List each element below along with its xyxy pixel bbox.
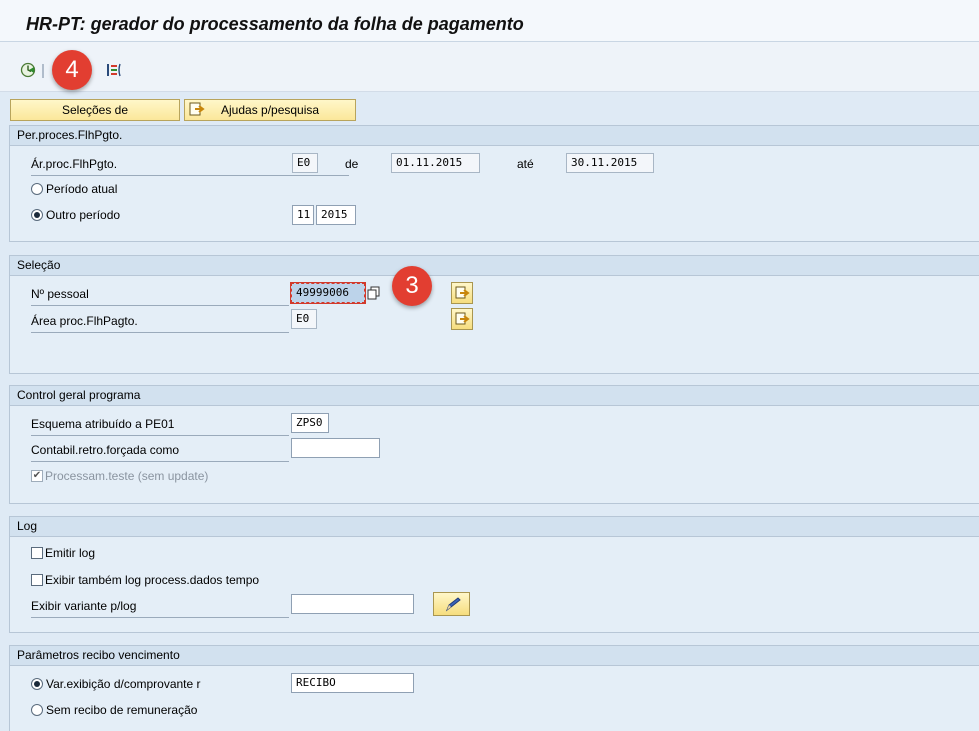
page-title: HR-PT: gerador do processamento da folha…: [26, 14, 524, 34]
log-group-title: Log: [10, 517, 979, 537]
payroll-area-label: Área proc.FlhPagto.: [31, 314, 138, 328]
from-label: de: [345, 157, 359, 171]
period-group: Per.proces.FlhPgto. Ár.proc.FlhPgto. E0 …: [9, 125, 979, 242]
schema-label: Esquema atribuído a PE01: [31, 417, 175, 431]
period-month-field[interactable]: 11: [292, 205, 314, 225]
personnel-underline: [31, 305, 289, 306]
no-payslip-label: Sem recibo de remuneração: [46, 703, 198, 717]
other-period-label: Outro período: [46, 208, 121, 222]
payroll-area-selection-button[interactable]: [451, 308, 473, 330]
current-period-radio[interactable]: [31, 183, 43, 195]
log-variant-field[interactable]: [291, 594, 414, 614]
pencil-icon: [445, 597, 461, 612]
selections-button[interactable]: Seleções de: [10, 99, 180, 121]
payslip-group-title: Parâmetros recibo vencimento: [10, 646, 979, 666]
test-run-label: Processam.teste (sem update): [45, 469, 209, 483]
area-label: Ár.proc.FlhPgto.: [31, 157, 118, 171]
period-year-field[interactable]: 2015: [316, 205, 356, 225]
step-badge-3: 3: [392, 266, 432, 306]
selection-group: Seleção Nº pessoal 49999006 Área proc.Fl…: [9, 255, 979, 374]
log-group: Log Emitir log Exibir também log process…: [9, 516, 979, 633]
log-variant-underline: [31, 617, 289, 618]
retro-field[interactable]: [291, 438, 380, 458]
search-help-button[interactable]: Ajudas p/pesquisa: [184, 99, 356, 121]
emit-log-label: Emitir log: [45, 546, 96, 560]
to-label: até: [517, 157, 534, 171]
payslip-variant-label: Var.exibição d/comprovante r: [46, 677, 201, 691]
edit-variant-button[interactable]: [433, 592, 470, 616]
payslip-variant-field[interactable]: RECIBO: [291, 673, 414, 693]
multiple-selection-button[interactable]: [451, 282, 473, 304]
program-group-title: Control geral programa: [10, 386, 979, 406]
multiple-copy-icon[interactable]: [367, 286, 381, 300]
schema-field[interactable]: ZPS0: [291, 413, 329, 433]
step-badge-4: 4: [52, 50, 92, 90]
title-bar: HR-PT: gerador do processamento da folha…: [0, 0, 979, 42]
arrow-right-icon: [455, 312, 470, 325]
application-toolbar: [0, 42, 979, 92]
current-period-label: Período atual: [46, 182, 118, 196]
no-payslip-radio[interactable]: [31, 704, 43, 716]
schema-underline: [31, 435, 289, 436]
period-group-title: Per.proces.FlhPgto.: [10, 126, 979, 146]
payroll-area-field[interactable]: E0: [291, 309, 317, 329]
arrow-right-icon: [189, 102, 207, 123]
retro-label: Contabil.retro.forçada como: [31, 443, 180, 457]
arrow-right-icon: [455, 286, 470, 299]
selection-group-title: Seleção: [10, 256, 979, 276]
log-variant-label: Exibir variante p/log: [31, 599, 137, 613]
program-control-group: Control geral programa Esquema atribuído…: [9, 385, 979, 504]
from-date-field[interactable]: 01.11.2015: [391, 153, 480, 173]
execute-icon[interactable]: [20, 62, 36, 78]
to-date-field[interactable]: 30.11.2015: [566, 153, 654, 173]
other-period-radio[interactable]: [31, 209, 43, 221]
area-field[interactable]: E0: [292, 153, 318, 173]
time-log-label: Exibir também log process.dados tempo: [45, 573, 260, 587]
personnel-label: Nº pessoal: [31, 287, 89, 301]
payslip-group: Parâmetros recibo vencimento Var.exibiçã…: [9, 645, 979, 731]
search-help-label: Ajudas p/pesquisa: [221, 103, 320, 117]
retro-underline: [31, 461, 289, 462]
personnel-number-field[interactable]: 49999006: [290, 282, 366, 304]
emit-log-checkbox[interactable]: [31, 547, 43, 559]
test-run-checkbox[interactable]: ✔: [31, 470, 43, 482]
selection-variant-icon[interactable]: [106, 62, 124, 78]
toolbar-separator: [42, 64, 44, 78]
area-underline: [31, 175, 349, 176]
payroll-area-underline: [31, 332, 289, 333]
payslip-variant-radio[interactable]: [31, 678, 43, 690]
time-log-checkbox[interactable]: [31, 574, 43, 586]
